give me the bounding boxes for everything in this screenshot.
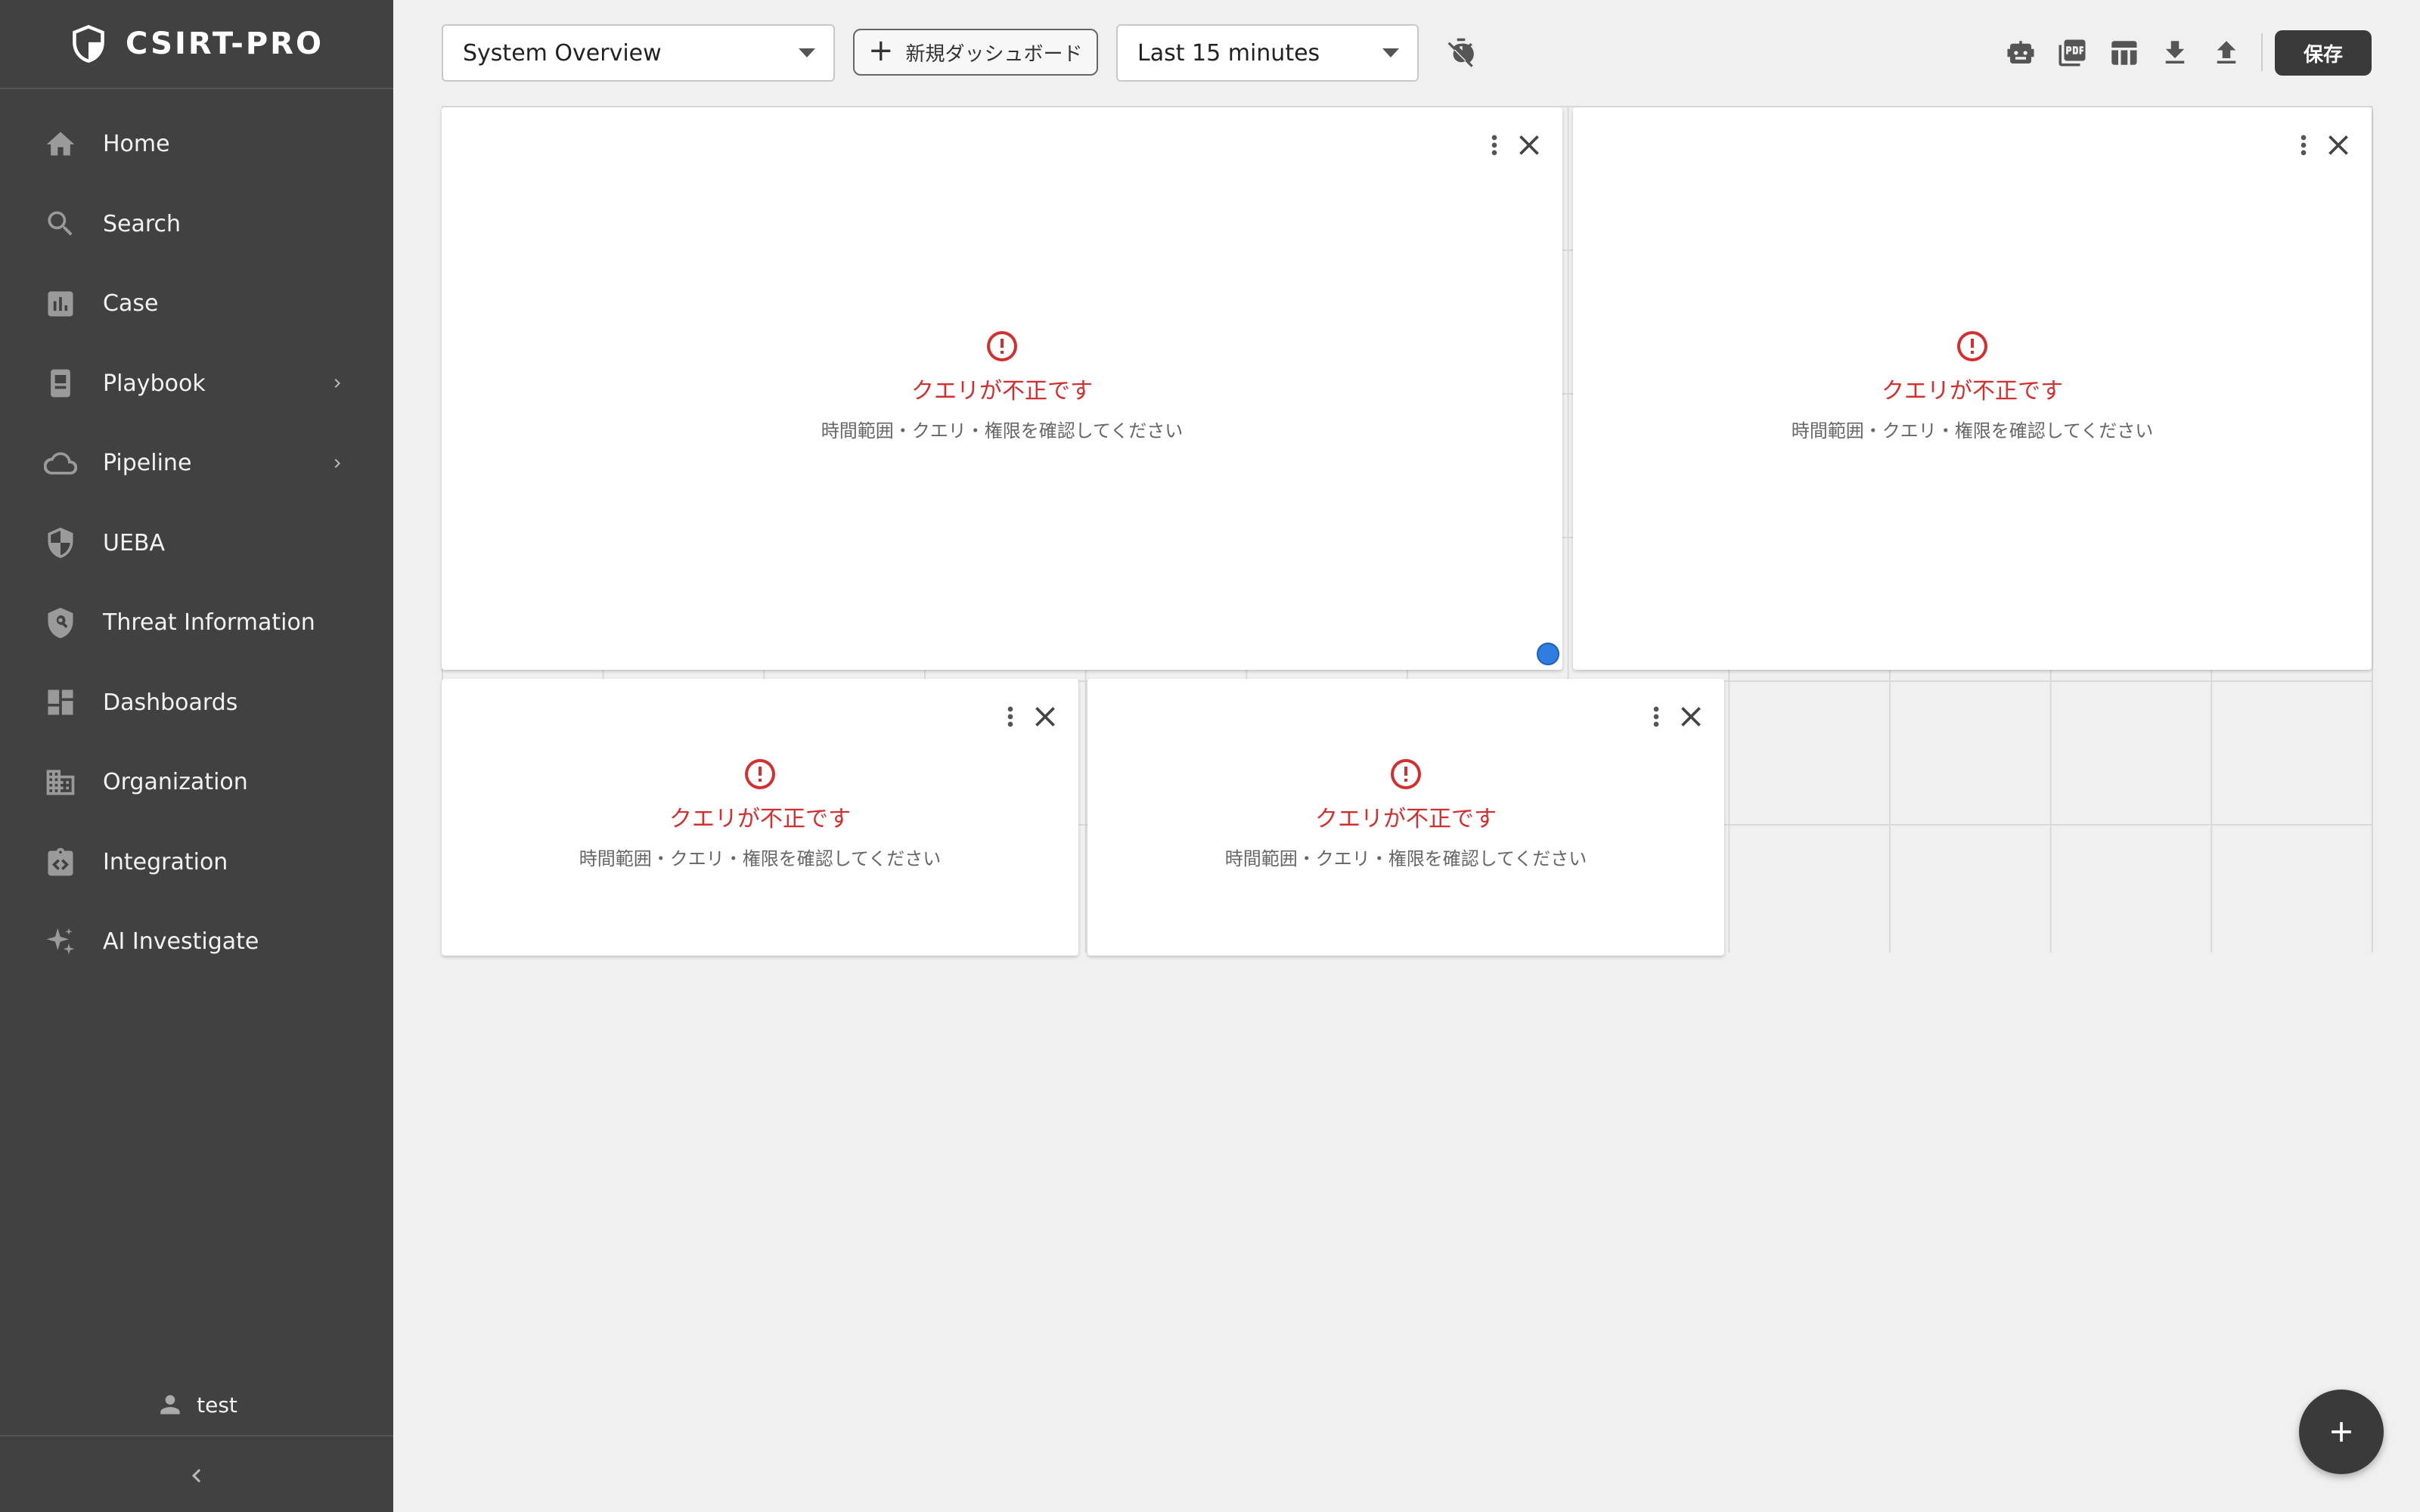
cloud-icon [44,447,77,480]
dashboard-select[interactable]: System Overview [442,24,835,82]
error-title: クエリが不正です [669,806,851,832]
time-range-select[interactable]: Last 15 minutes [1116,24,1419,82]
plus-icon [2332,1422,2351,1442]
upload-icon[interactable] [2207,33,2246,73]
sidebar-item-integration[interactable]: Integration [0,823,393,903]
sidebar-item-search[interactable]: Search [0,184,393,265]
error-icon [984,328,1020,364]
brand-name: CSIRT-PRO [126,26,324,61]
close-icon[interactable] [2320,127,2356,163]
error-detail: 時間範囲・クエリ・権限を確認してください [1791,420,2154,442]
close-icon[interactable] [1027,699,1063,735]
sidebar: CSIRT-PRO Home Search Case Playbook Pipe… [0,0,393,1512]
sidebar-item-dashboards[interactable]: Dashboards [0,663,393,743]
dropdown-caret-icon [1382,48,1399,57]
divider [0,1435,393,1436]
sidebar-item-ueba[interactable]: UEBA [0,503,393,584]
error-message: クエリが不正です 時間範囲・クエリ・権限を確認してください [1573,328,2372,442]
dashboard-select-value: System Overview [463,39,662,67]
chevron-left-icon [192,1469,201,1483]
more-vert-icon[interactable] [1641,700,1671,733]
user-name: test [197,1392,237,1418]
error-detail: 時間範囲・クエリ・権限を確認してください [1224,848,1587,869]
search-icon [44,207,77,240]
sidebar-item-label: Playbook [103,370,206,397]
sidebar-item-label: Threat Information [103,609,315,637]
building-icon [44,766,77,799]
shield-search-icon [44,606,77,640]
sidebar-item-label: Dashboards [103,689,238,716]
error-icon [1388,756,1424,792]
sidebar-item-playbook[interactable]: Playbook [0,344,393,424]
new-dashboard-label: 新規ダッシュボード [905,42,1083,66]
chevron-right-icon [328,454,346,472]
dashboard-panel[interactable]: クエリが不正です 時間範囲・クエリ・権限を確認してください [442,107,1562,670]
sparkle-icon [44,925,77,959]
integration-icon [44,845,77,878]
bar-chart-icon [44,287,77,321]
error-message: クエリが不正です 時間範囲・クエリ・権限を確認してください [442,756,1078,870]
sidebar-item-label: Organization [103,769,248,796]
add-panel-button[interactable] [2299,1390,2384,1474]
download-icon[interactable] [2155,33,2195,73]
sidebar-item-ai-investigate[interactable]: AI Investigate [0,902,393,982]
chevron-right-icon [328,374,346,392]
more-vert-icon[interactable] [1479,129,1509,162]
error-title: クエリが不正です [1315,806,1497,832]
plus-icon: + [868,33,894,68]
user-icon [160,1395,180,1414]
brand[interactable]: CSIRT-PRO [0,0,393,89]
sidebar-item-label: Pipeline [103,450,192,477]
sidebar-item-case[interactable]: Case [0,264,393,344]
pdf-icon[interactable] [2052,33,2092,73]
error-message: クエリが不正です 時間範囲・クエリ・権限を確認してください [442,328,1562,442]
sidebar-item-label: Integration [103,848,228,875]
dashboard-panel[interactable]: クエリが不正です 時間範囲・クエリ・権限を確認してください [442,679,1078,956]
timer-off-icon[interactable] [1441,33,1481,73]
sidebar-item-label: Home [103,131,170,158]
error-icon [1954,328,1990,364]
close-icon[interactable] [1673,699,1709,735]
sidebar-item-home[interactable]: Home [0,104,393,184]
sidebar-item-label: Case [103,290,159,318]
more-vert-icon[interactable] [995,700,1025,733]
error-detail: 時間範囲・クエリ・権限を確認してください [821,420,1184,442]
sidebar-item-threat-information[interactable]: Threat Information [0,583,393,663]
error-title: クエリが不正です [911,378,1093,404]
time-range-value: Last 15 minutes [1137,39,1320,67]
sidebar-item-pipeline[interactable]: Pipeline [0,423,393,503]
sidebar-item-label: UEBA [103,529,166,556]
sidebar-nav: Home Search Case Playbook Pipeline UEBA … [0,104,393,982]
dashboard-icon [44,686,77,719]
new-dashboard-button[interactable]: + 新規ダッシュボード [853,29,1098,76]
playbook-icon [44,367,77,400]
dropdown-caret-icon [799,48,815,57]
dashboard-panel[interactable]: クエリが不正です 時間範囲・クエリ・権限を確認してください [1573,107,2372,670]
error-message: クエリが不正です 時間範囲・クエリ・権限を確認してください [1087,756,1724,870]
error-detail: 時間範囲・クエリ・権限を確認してください [579,848,942,869]
collapse-sidebar-button[interactable] [178,1458,215,1494]
sidebar-item-label: AI Investigate [103,928,259,956]
shield-icon [44,526,77,559]
toolbar-divider [2261,33,2263,71]
sidebar-item-label: Search [103,210,182,237]
error-icon [742,756,778,792]
user-profile[interactable]: test [0,1385,393,1424]
save-button[interactable]: 保存 [2275,30,2372,76]
table-icon[interactable] [2104,33,2143,73]
resize-handle[interactable] [1537,643,1559,665]
home-icon [44,128,77,161]
error-title: クエリが不正です [1882,378,2063,404]
robot-icon[interactable] [2001,33,2040,73]
close-icon[interactable] [1511,127,1547,163]
shield-logo-icon [70,23,107,65]
sidebar-item-organization[interactable]: Organization [0,742,393,823]
dashboard-panel[interactable]: クエリが不正です 時間範囲・クエリ・権限を確認してください [1087,679,1724,956]
more-vert-icon[interactable] [2288,129,2319,162]
